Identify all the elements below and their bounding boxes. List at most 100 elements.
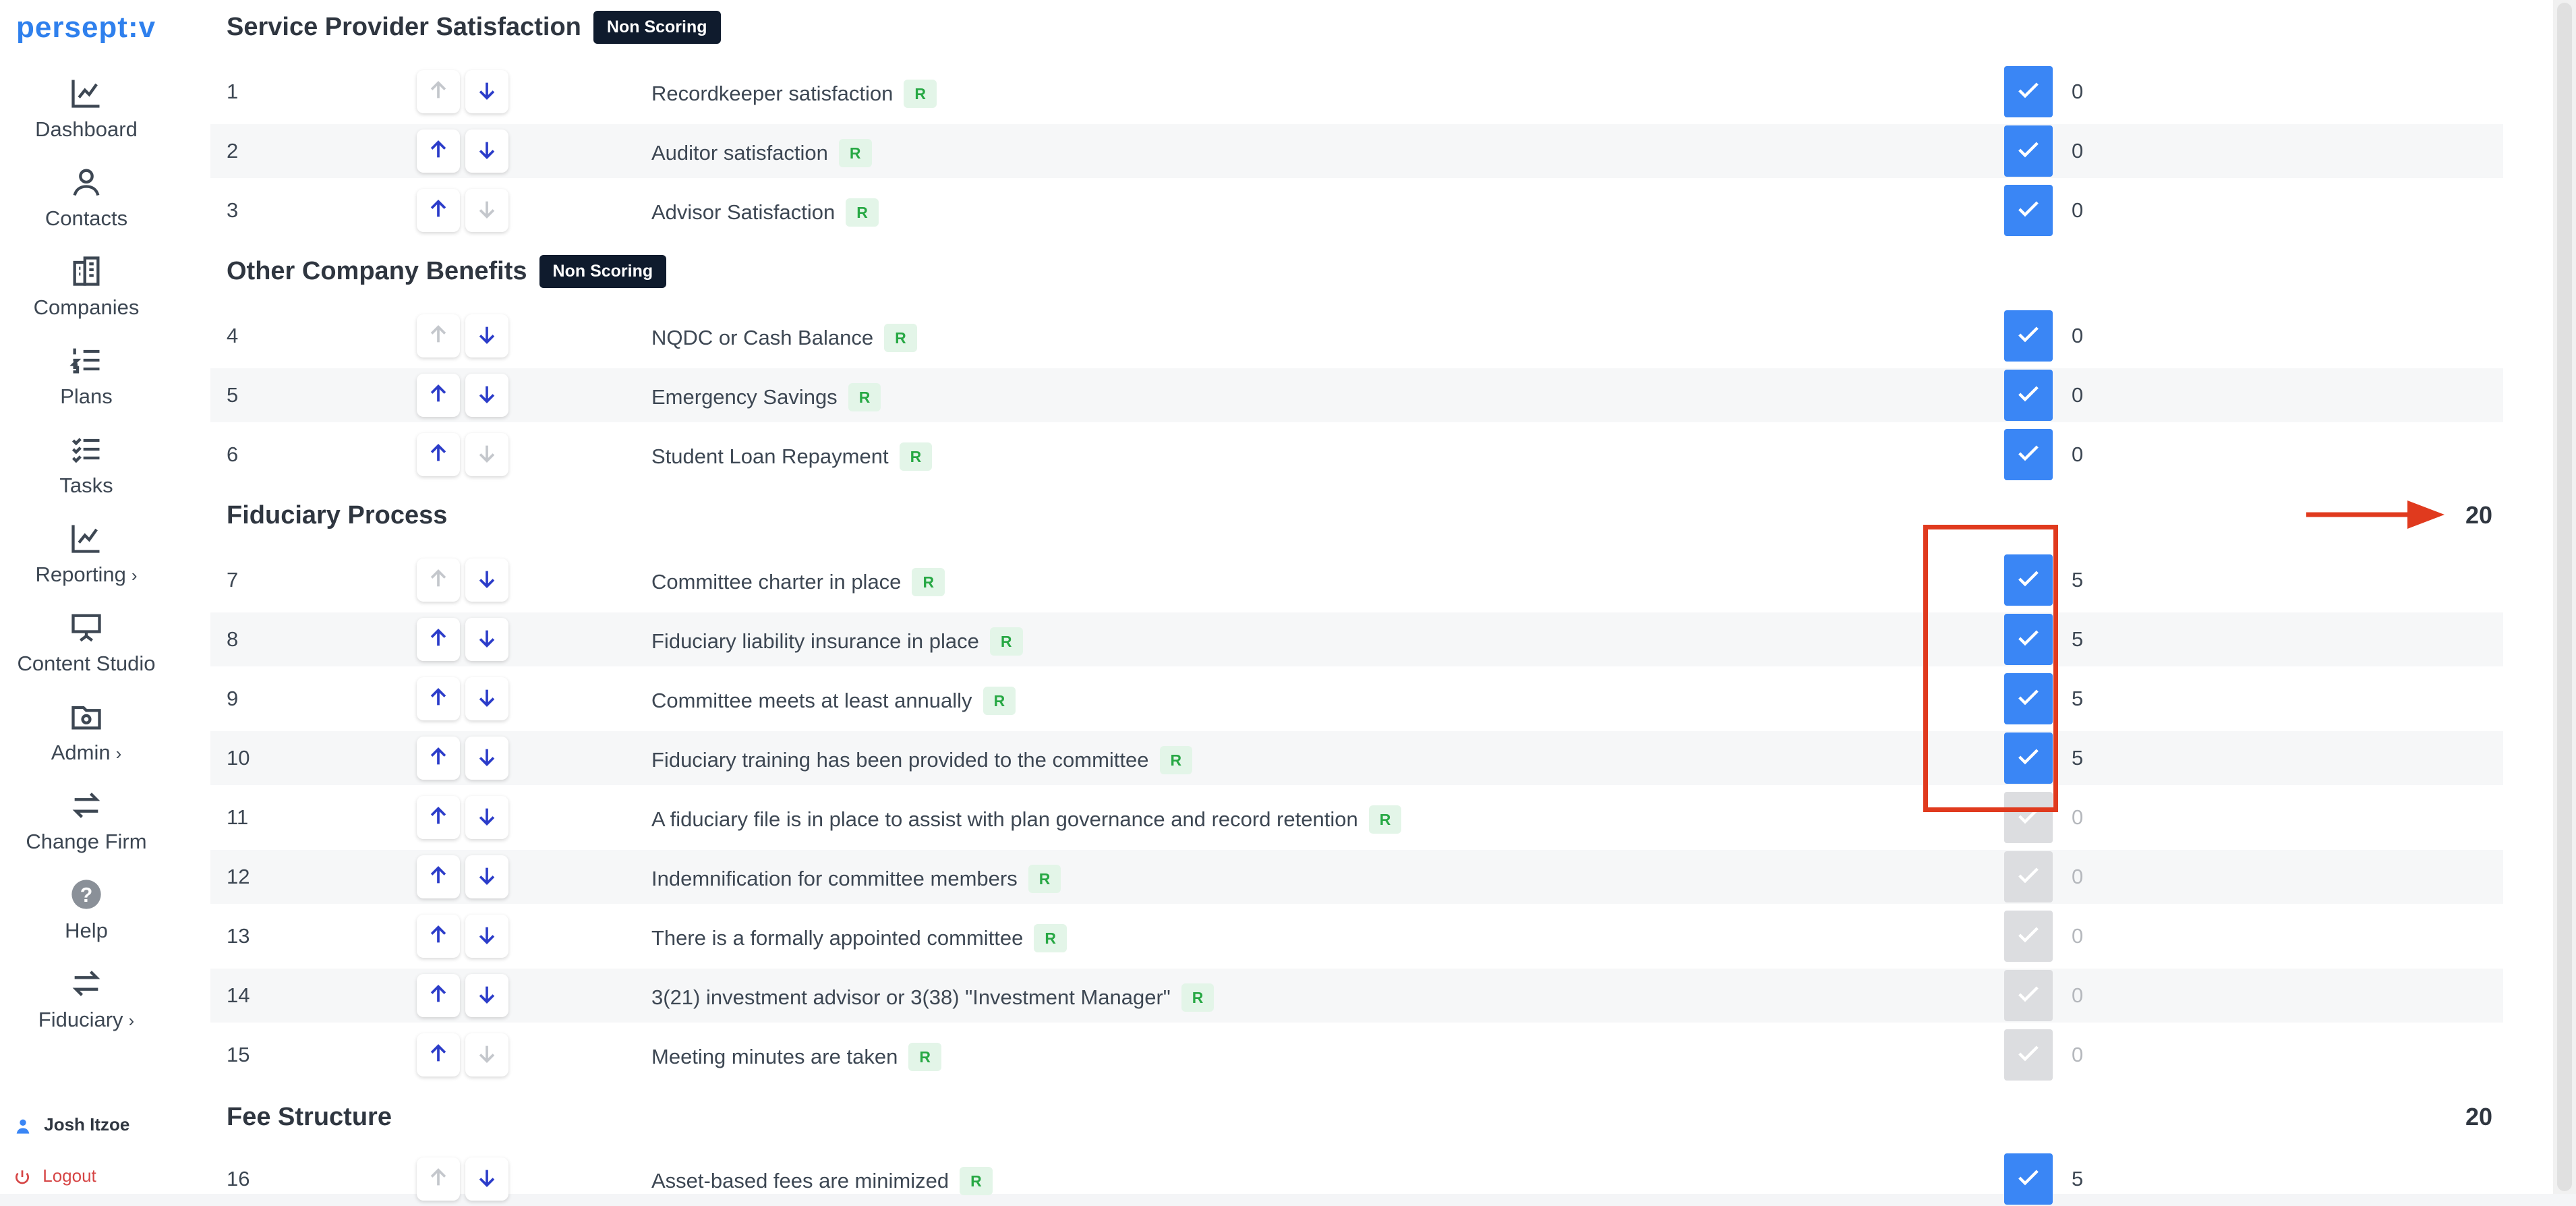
row-checkbox[interactable] — [2004, 911, 2053, 962]
row-checkbox[interactable] — [2004, 125, 2053, 177]
chevron-right-icon: › — [115, 743, 122, 764]
row-label-text: 3(21) investment advisor or 3(38) "Inves… — [651, 985, 1171, 1009]
arrow-up-icon — [427, 745, 450, 772]
sidebar-item-admin[interactable]: Admin › — [0, 699, 173, 765]
move-down-button[interactable] — [465, 1157, 508, 1201]
row-number: 14 — [227, 983, 250, 1007]
arrow-down-icon — [475, 79, 498, 105]
row-score: 5 — [2072, 746, 2084, 770]
row-score: 0 — [2072, 80, 2084, 103]
sidebar-item-fiduciary[interactable]: Fiduciary › — [0, 966, 173, 1032]
table-row: 11 A fiduciary file is in place to assist… — [210, 791, 2503, 844]
move-up-button[interactable] — [417, 974, 460, 1017]
move-up-button[interactable] — [417, 855, 460, 898]
sidebar-item-plans[interactable]: Plans — [0, 343, 173, 409]
sidebar-item-label: Companies — [33, 295, 140, 319]
row-checkbox[interactable] — [2004, 185, 2053, 236]
row-checkbox[interactable] — [2004, 1153, 2053, 1205]
move-up-button[interactable] — [417, 130, 460, 173]
sidebar-item-label: Reporting — [35, 563, 126, 586]
row-score: 0 — [2072, 924, 2084, 948]
required-badge: R — [1159, 746, 1193, 774]
row-score: 5 — [2072, 568, 2084, 592]
checkmark-icon — [2015, 921, 2042, 952]
move-up-button[interactable] — [417, 677, 460, 720]
arrow-down-icon — [475, 1042, 498, 1068]
move-down-button[interactable] — [465, 374, 508, 417]
checkmark-icon — [2015, 1164, 2042, 1195]
row-label-text: Meeting minutes are taken — [651, 1045, 898, 1068]
sidebar-item-tasks[interactable]: Tasks — [0, 432, 173, 498]
sidebar-item-contacts[interactable]: Contacts — [0, 165, 173, 231]
row-checkbox[interactable] — [2004, 851, 2053, 902]
row-checkbox[interactable] — [2004, 370, 2053, 421]
move-down-button[interactable] — [465, 130, 508, 173]
move-down-button[interactable] — [465, 915, 508, 958]
move-up-button[interactable] — [417, 374, 460, 417]
move-up-button[interactable] — [417, 189, 460, 232]
sidebar-item-change-firm[interactable]: Change Firm — [0, 788, 173, 854]
row-checkbox[interactable] — [2004, 429, 2053, 480]
arrow-up-icon — [427, 442, 450, 468]
move-down-button[interactable] — [465, 974, 508, 1017]
arrow-down-icon — [475, 745, 498, 772]
move-up-button[interactable] — [417, 737, 460, 780]
move-up-button[interactable] — [417, 1157, 460, 1201]
move-up-button[interactable] — [417, 314, 460, 357]
arrow-up-icon — [427, 805, 450, 831]
move-up-button[interactable] — [417, 70, 460, 113]
move-up-button[interactable] — [417, 1033, 460, 1076]
row-number: 7 — [227, 568, 239, 592]
arrow-up-icon — [427, 864, 450, 890]
logout-button[interactable]: Logout — [13, 1166, 96, 1186]
logout-label: Logout — [42, 1166, 96, 1186]
row-checkbox[interactable] — [2004, 66, 2053, 117]
table-row: 16 Asset-based fees are minimized R 5 — [210, 1152, 2503, 1206]
move-down-button[interactable] — [465, 433, 508, 476]
move-down-button[interactable] — [465, 737, 508, 780]
move-up-button[interactable] — [417, 915, 460, 958]
move-up-button[interactable] — [417, 796, 460, 839]
row-label-text: There is a formally appointed committee — [651, 926, 1024, 950]
scrollbar[interactable] — [2553, 0, 2576, 1194]
row-label-text: Advisor Satisfaction — [651, 200, 836, 224]
current-user[interactable]: Josh Itzoe — [13, 1114, 129, 1135]
row-checkbox[interactable] — [2004, 970, 2053, 1021]
chevron-right-icon: › — [128, 1010, 135, 1031]
checkmark-icon — [2015, 321, 2042, 351]
row-number: 11 — [227, 805, 249, 829]
move-up-button[interactable] — [417, 618, 460, 661]
move-down-button[interactable] — [465, 189, 508, 232]
move-up-button[interactable] — [417, 558, 460, 602]
move-down-button[interactable] — [465, 677, 508, 720]
arrow-up-icon — [427, 627, 450, 653]
table-row: 10 Fiduciary training has been provided t… — [210, 731, 2503, 785]
sidebar-item-content-studio[interactable]: Content Studio — [0, 610, 173, 676]
row-score: 0 — [2072, 1043, 2084, 1066]
sidebar-item-reporting[interactable]: Reporting › — [0, 521, 173, 587]
move-down-button[interactable] — [465, 1033, 508, 1076]
row-checkbox[interactable] — [2004, 310, 2053, 362]
chart-line-icon — [71, 80, 100, 108]
move-down-button[interactable] — [465, 855, 508, 898]
move-down-button[interactable] — [465, 796, 508, 839]
move-down-button[interactable] — [465, 314, 508, 357]
scrollbar-thumb[interactable] — [2557, 3, 2572, 1191]
move-down-button[interactable] — [465, 558, 508, 602]
row-number: 4 — [227, 324, 239, 347]
folder-gear-icon — [71, 706, 101, 730]
sidebar-item-help[interactable]: ? Help — [0, 877, 173, 943]
move-down-button[interactable] — [465, 70, 508, 113]
row-checkbox[interactable] — [2004, 1029, 2053, 1081]
question-circle-icon: ? — [71, 880, 101, 909]
section-title: Fiduciary Process — [227, 500, 448, 529]
move-down-button[interactable] — [465, 618, 508, 661]
sidebar-item-dashboard[interactable]: Dashboard — [0, 76, 173, 142]
sidebar-item-companies[interactable]: Companies — [0, 254, 173, 320]
arrow-down-icon — [475, 567, 498, 594]
app-logo[interactable]: persept:v — [16, 11, 156, 45]
presentation-icon — [71, 614, 101, 642]
arrow-up-icon — [427, 79, 450, 105]
row-number: 2 — [227, 139, 239, 163]
move-up-button[interactable] — [417, 433, 460, 476]
